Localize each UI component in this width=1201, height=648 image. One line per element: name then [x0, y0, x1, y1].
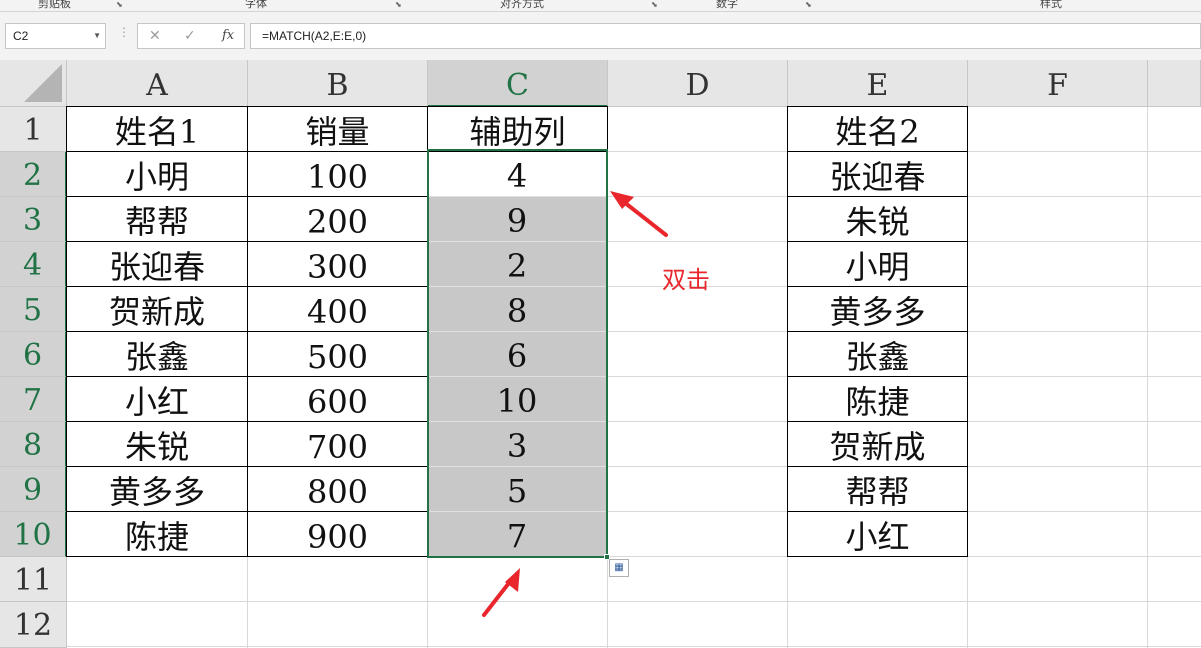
- arrow-icon: [482, 568, 520, 617]
- formula-bar-splitter[interactable]: ⋮: [118, 26, 130, 38]
- insert-function-icon[interactable]: fx: [222, 28, 234, 43]
- cancel-icon[interactable]: ✕: [149, 28, 161, 44]
- formula-buttons: ✕ ✓ fx: [137, 23, 245, 49]
- dialog-launcher-icon[interactable]: ⬊: [805, 0, 814, 9]
- ribbon-group-clipboard: 剪贴板: [38, 0, 71, 10]
- arrow-icon: [610, 191, 668, 237]
- dialog-launcher-icon[interactable]: ⬊: [116, 0, 125, 9]
- name-box-value: C2: [13, 29, 29, 43]
- name-box[interactable]: C2 ▼: [5, 23, 106, 49]
- chevron-down-icon[interactable]: ▼: [93, 24, 101, 48]
- ribbon-group-font: 字体: [245, 0, 267, 10]
- ribbon-group-alignment: 对齐方式: [500, 0, 544, 10]
- formula-input[interactable]: =MATCH(A2,E:E,0): [250, 23, 1201, 49]
- ribbon-group-number: 数字: [716, 0, 738, 10]
- ribbon-group-styles: 样式: [1040, 0, 1062, 10]
- ribbon-group-labels: 剪贴板 ⬊ 字体 ⬊ 对齐方式 ⬊ 数字 ⬊ 样式: [0, 0, 1201, 12]
- spreadsheet-grid[interactable]: A B C D E F 1 2 3 4 5 6 7 8 9 10 11 12 姓…: [0, 60, 1201, 648]
- dialog-launcher-icon[interactable]: ⬊: [651, 0, 660, 9]
- formula-bar: C2 ▼ ⋮ ✕ ✓ fx =MATCH(A2,E:E,0): [0, 12, 1201, 60]
- dialog-launcher-icon[interactable]: ⬊: [395, 0, 404, 9]
- enter-icon[interactable]: ✓: [184, 28, 196, 44]
- annotation-arrows: [482, 191, 668, 617]
